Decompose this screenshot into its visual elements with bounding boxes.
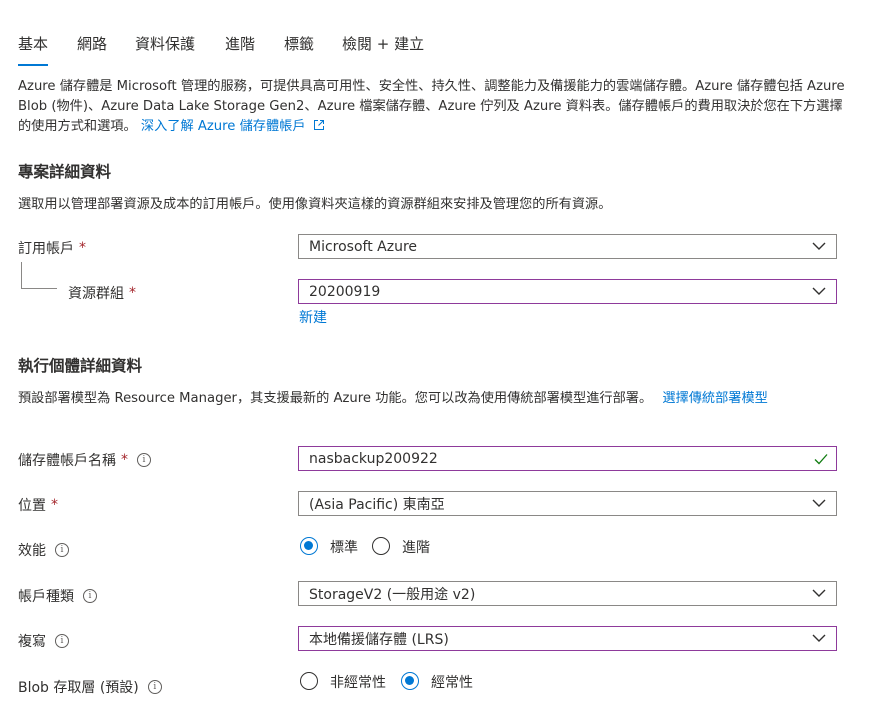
info-icon[interactable]: i (137, 453, 151, 467)
replication-label: 複寫 i (18, 631, 69, 651)
tab-data-protection[interactable]: 資料保護 (135, 33, 195, 54)
external-link-icon (313, 120, 324, 130)
tree-connector-vertical (21, 262, 22, 288)
tab-advanced[interactable]: 進階 (225, 33, 255, 54)
info-icon[interactable]: i (55, 543, 69, 557)
performance-standard-label: 標準 (330, 540, 358, 556)
subscription-select[interactable]: Microsoft Azure (298, 234, 837, 259)
storage-account-name-value: nasbackup200922 (309, 450, 438, 467)
chevron-down-icon (812, 499, 826, 507)
tree-connector-horizontal (21, 288, 57, 289)
location-label: 位置 * (18, 495, 58, 515)
instance-subtitle-text: 預設部署模型為 Resource Manager，其支援最新的 Azure 功能… (18, 391, 653, 406)
account-kind-select[interactable]: StorageV2 (一般用途 v2) (298, 581, 837, 606)
storage-account-name-label: 儲存體帳戶名稱 * i (18, 450, 151, 470)
instance-details-heading: 執行個體詳細資料 (18, 357, 143, 375)
tab-tags[interactable]: 標籤 (284, 33, 314, 54)
info-icon[interactable]: i (83, 589, 97, 603)
required-asterisk: * (129, 285, 136, 301)
blob-access-tier-label: Blob 存取層 (預設) i (18, 677, 162, 697)
replication-label-text: 複寫 (18, 634, 46, 650)
subscription-label: 訂用帳戶 * (18, 238, 86, 258)
resource-group-select[interactable]: 20200919 (298, 279, 837, 304)
performance-standard-radio[interactable] (300, 537, 318, 555)
resource-group-label: 資源群組 * (68, 283, 136, 303)
subscription-label-text: 訂用帳戶 (18, 241, 74, 257)
project-details-heading: 專案詳細資料 (18, 163, 112, 181)
project-details-subtitle: 選取用以管理部署資源及成本的訂用帳戶。使用像資料夾這樣的資源群組來安排及管理您的… (18, 197, 612, 212)
storage-account-name-input[interactable]: nasbackup200922 (298, 446, 837, 471)
performance-label: 效能 i (18, 540, 69, 560)
tab-networking[interactable]: 網路 (77, 33, 107, 54)
learn-more-link-text: 深入了解 Azure 儲存體帳戶 (140, 119, 306, 134)
tab-review-create[interactable]: 檢閱 + 建立 (342, 33, 424, 54)
location-label-text: 位置 (18, 498, 46, 514)
create-new-link[interactable]: 新建 (299, 307, 327, 327)
chevron-down-icon (812, 589, 826, 597)
performance-label-text: 效能 (18, 543, 46, 559)
subscription-value: Microsoft Azure (309, 238, 418, 255)
required-asterisk: * (121, 452, 128, 468)
chevron-down-icon (812, 242, 826, 250)
resource-group-value: 20200919 (309, 283, 381, 300)
resource-group-label-text: 資源群組 (68, 286, 124, 302)
tier-hot-label: 經常性 (431, 675, 473, 691)
checkmark-icon (814, 454, 828, 465)
classic-deployment-link[interactable]: 選擇傳統部署模型 (662, 391, 768, 406)
info-icon[interactable]: i (55, 634, 69, 648)
tier-cool-label: 非經常性 (330, 675, 386, 691)
tier-hot-radio[interactable] (401, 672, 419, 690)
learn-more-link[interactable]: 深入了解 Azure 儲存體帳戶 (141, 119, 325, 134)
replication-select[interactable]: 本地備援儲存體 (LRS) (298, 626, 837, 651)
blob-access-tier-label-text: Blob 存取層 (預設) (18, 680, 139, 696)
tab-basics[interactable]: 基本 (18, 33, 49, 66)
tier-cool-radio[interactable] (300, 672, 318, 690)
performance-premium-label: 進階 (402, 540, 430, 556)
info-icon[interactable]: i (147, 680, 162, 694)
storage-account-name-label-text: 儲存體帳戶名稱 (18, 453, 116, 469)
account-kind-value: StorageV2 (一般用途 v2) (309, 586, 476, 603)
account-kind-label: 帳戶種類 i (18, 586, 97, 606)
performance-premium-radio[interactable] (372, 537, 390, 555)
chevron-down-icon (812, 287, 826, 295)
location-value: (Asia Pacific) 東南亞 (309, 496, 445, 513)
intro-description: Azure 儲存體是 Microsoft 管理的服務，可提供具高可用性、安全性、… (18, 77, 846, 137)
replication-value: 本地備援儲存體 (LRS) (309, 631, 449, 648)
required-asterisk: * (79, 240, 86, 256)
instance-details-subtitle: 預設部署模型為 Resource Manager，其支援最新的 Azure 功能… (18, 387, 768, 406)
account-kind-label-text: 帳戶種類 (18, 589, 74, 605)
location-select[interactable]: (Asia Pacific) 東南亞 (298, 491, 837, 516)
required-asterisk: * (51, 497, 58, 513)
chevron-down-icon (812, 634, 826, 642)
